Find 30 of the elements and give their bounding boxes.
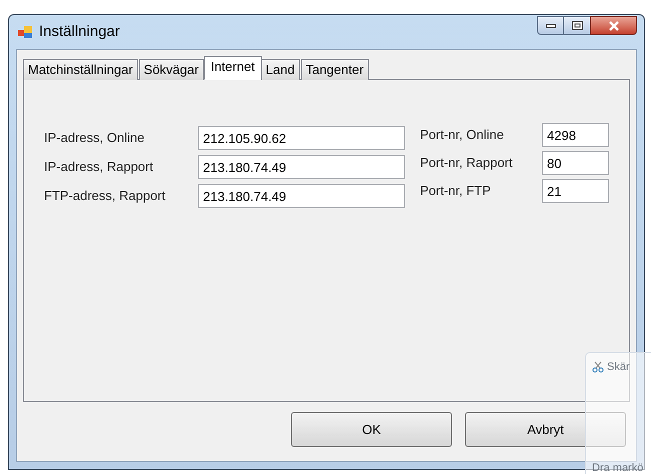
scissors-icon	[592, 361, 604, 374]
input-field[interactable]: 21	[542, 179, 609, 203]
dialog-button[interactable]: OK	[291, 412, 452, 447]
input-field[interactable]: 213.180.74.49	[198, 184, 405, 208]
minimize-button[interactable]	[537, 16, 564, 35]
window-title: Skär	[607, 360, 630, 375]
tab[interactable]: Sökvägar	[138, 59, 204, 80]
dialog-button[interactable]: Avbryt	[465, 412, 626, 447]
tab[interactable]: Matchinställningar	[23, 59, 138, 80]
restore-icon	[572, 21, 582, 30]
field-label: IP-adress, Online	[44, 129, 146, 148]
field-label: FTP-adress, Rapport	[44, 187, 166, 206]
instruction-text: Dra markö	[592, 460, 644, 474]
input-field[interactable]: 212.105.90.62	[198, 126, 405, 150]
close-button[interactable]	[590, 16, 637, 35]
app-icon	[17, 24, 33, 40]
maximize-button[interactable]	[564, 16, 590, 35]
tab[interactable]: Internet	[204, 56, 262, 80]
input-field[interactable]: 4298	[542, 123, 609, 147]
close-icon	[608, 20, 620, 30]
minimize-icon	[546, 24, 556, 28]
input-field[interactable]: 80	[542, 151, 609, 175]
field-label: IP-adress, Rapport	[44, 158, 154, 176]
tab[interactable]: Tangenter	[300, 59, 369, 80]
tab[interactable]: Land	[260, 59, 300, 80]
input-field[interactable]: 213.180.74.49	[198, 155, 405, 179]
field-label: Port-nr, Online	[420, 126, 505, 144]
field-label: Port-nr, Rapport	[420, 154, 514, 172]
field-label: Port-nr, FTP	[420, 182, 492, 200]
window-title: Inställningar	[39, 22, 120, 42]
